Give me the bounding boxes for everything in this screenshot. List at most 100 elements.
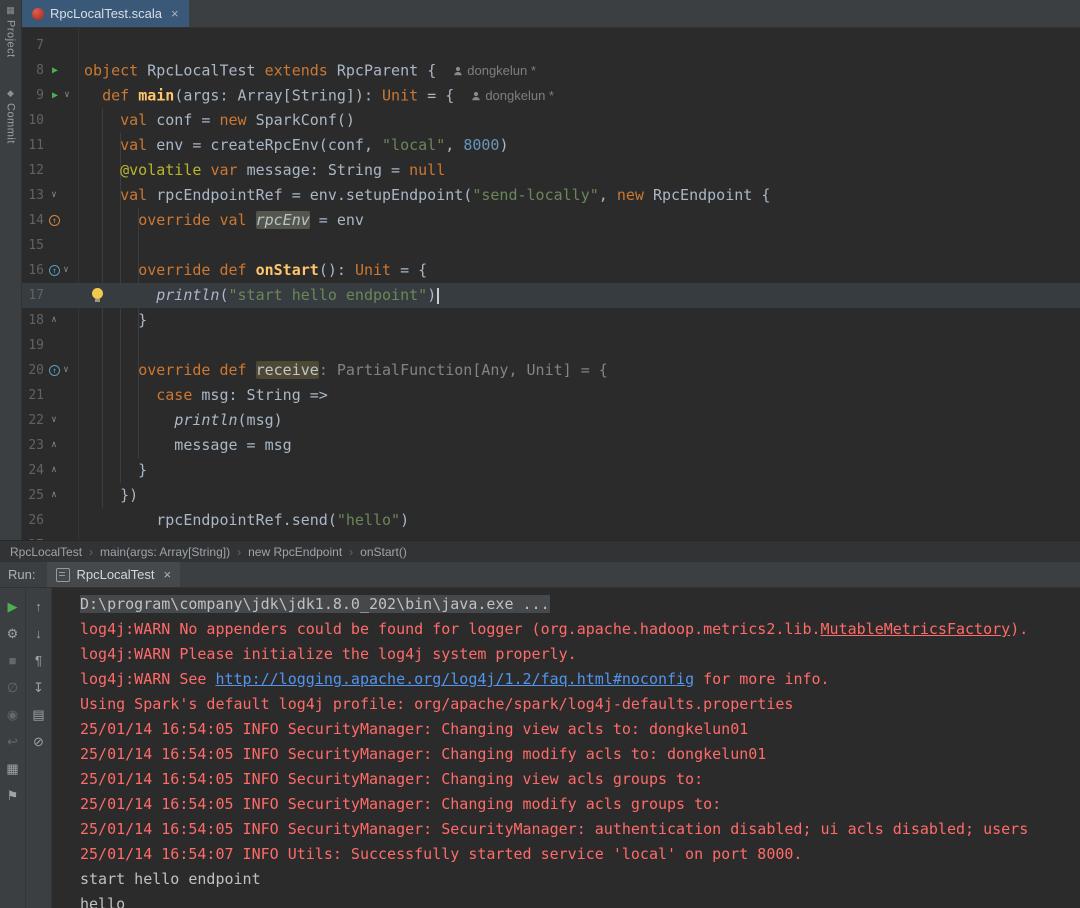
console-line[interactable]: log4j:WARN Please initialize the log4j s…	[80, 642, 1080, 667]
code-editor[interactable]: 7 8 ▶ object RpcLocalTest extends RpcParent…	[22, 28, 1080, 540]
soft-exit-icon[interactable]: ↩	[0, 728, 26, 755]
fold-expand-icon[interactable]: ∧	[49, 433, 59, 458]
run-line-icon[interactable]: ▶	[49, 83, 61, 108]
overrides-member-icon[interactable]: ↑	[49, 215, 60, 226]
code-text: }	[78, 458, 1080, 483]
code-line[interactable]: 12 @volatile var message: String = null	[22, 158, 1080, 183]
author-inlay: dongkelun *	[471, 83, 554, 108]
up-stack-trace-button[interactable]: ↑	[26, 593, 52, 620]
print-button[interactable]: ▤	[26, 701, 52, 728]
overrides-member-icon[interactable]: ↑	[49, 265, 60, 276]
line-number: 24	[28, 463, 44, 478]
down-stack-trace-button[interactable]: ↓	[26, 620, 52, 647]
code-line[interactable]: 9 ▶ ∨ def main(args: Array[String]): Unit …	[22, 83, 1080, 108]
console-line[interactable]: Using Spark's default log4j profile: org…	[80, 692, 1080, 717]
code-line[interactable]: 14 ↑ override val rpcEnv = env	[22, 208, 1080, 233]
code-token: Unit	[382, 86, 419, 105]
fold-expand-icon[interactable]: ∧	[49, 308, 59, 333]
code-token: "hello"	[336, 511, 401, 529]
breadcrumb-item[interactable]: new RpcEndpoint	[248, 545, 342, 559]
console-line[interactable]: 25/01/14 16:54:05 INFO SecurityManager: …	[80, 817, 1080, 842]
pin-icon[interactable]: ⚑	[0, 782, 26, 809]
code-line[interactable]: 11 val env = createRpcEnv(conf, "local",…	[22, 133, 1080, 158]
console-line[interactable]: log4j:WARN No appenders could be found f…	[80, 617, 1080, 642]
breadcrumb-item[interactable]: onStart()	[360, 545, 407, 559]
sidebar-item-commit[interactable]: ◆ Commit	[5, 88, 17, 144]
code-line[interactable]: 26 rpcEndpointRef.send("hello")	[22, 508, 1080, 533]
code-token: override def	[138, 361, 256, 379]
console-line[interactable]: 25/01/14 16:54:05 INFO SecurityManager: …	[80, 792, 1080, 817]
rerun-icon[interactable]: ▶	[0, 593, 26, 620]
code-line[interactable]: 25 ∧ })	[22, 483, 1080, 508]
console-link[interactable]: http://logging.apache.org/log4j/1.2/faq.…	[215, 670, 694, 688]
breadcrumb-item[interactable]: RpcLocalTest	[10, 545, 82, 559]
console-line[interactable]: start hello endpoint	[80, 867, 1080, 892]
stop-icon[interactable]: ■	[0, 647, 26, 674]
line-number: 13	[28, 188, 44, 203]
console-output[interactable]: D:\program\company\jdk\jdk1.8.0_202\bin\…	[52, 588, 1080, 908]
breadcrumb-item[interactable]: main(args: Array[String])	[100, 545, 230, 559]
fold-collapse-icon[interactable]: ∨	[61, 358, 71, 383]
code-line[interactable]: 20 ↑ ∨ override def receive: PartialFuncti…	[22, 358, 1080, 383]
scroll-to-end-button[interactable]: ↧	[26, 674, 52, 701]
run-line-icon[interactable]: ▶	[49, 58, 61, 83]
console-link[interactable]: MutableMetricsFactory	[821, 620, 1011, 638]
settings-icon[interactable]: ⚙	[0, 620, 26, 647]
code-line[interactable]: 19	[22, 333, 1080, 358]
gutter-icons	[44, 383, 78, 408]
console-line[interactable]: D:\program\company\jdk\jdk1.8.0_202\bin\…	[80, 592, 1080, 617]
code-line[interactable]: 7	[22, 33, 1080, 58]
fold-expand-icon[interactable]: ∧	[49, 458, 59, 483]
console-line[interactable]: 25/01/14 16:54:05 INFO SecurityManager: …	[80, 717, 1080, 742]
code-line[interactable]: 17 println("start hello endpoint")	[22, 283, 1080, 308]
code-token: RpcParent	[336, 61, 428, 80]
restore-layout-icon[interactable]: ▦	[0, 755, 26, 782]
console-text: 25/01/14 16:54:07 INFO Utils: Successful…	[80, 845, 803, 863]
sidebar-item-project[interactable]: ▦ Project	[5, 5, 17, 58]
fold-collapse-icon[interactable]: ∨	[49, 183, 59, 208]
code-line[interactable]: 13 ∨ val rpcEndpointRef = env.setupEndpoi…	[22, 183, 1080, 208]
clear-all-button[interactable]: ⊘	[26, 728, 52, 755]
code-token: new	[219, 111, 256, 129]
code-line[interactable]: 15	[22, 233, 1080, 258]
fold-collapse-icon[interactable]: ∨	[61, 258, 71, 283]
code-line[interactable]: 27	[22, 533, 1080, 540]
code-line[interactable]: 18 ∧ }	[22, 308, 1080, 333]
code-token: RpcEndpoint {	[652, 186, 771, 204]
gutter-icons: ∧	[44, 308, 78, 333]
code-line[interactable]: 22 ∨ println(msg)	[22, 408, 1080, 433]
soft-wrap-button[interactable]: ¶	[26, 647, 52, 674]
tab-rpclocaltest-scala[interactable]: RpcLocalTest.scala ×	[22, 0, 189, 27]
intention-bulb-icon[interactable]	[92, 288, 103, 302]
coverage-icon[interactable]: ∅	[0, 674, 26, 701]
run-tab-rpclocaltest[interactable]: RpcLocalTest ×	[47, 562, 181, 587]
fold-collapse-icon[interactable]: ∨	[62, 83, 72, 108]
console-text: ).	[1010, 620, 1029, 638]
code-line[interactable]: 23 ∧ message = msg	[22, 433, 1080, 458]
close-icon[interactable]: ×	[164, 567, 172, 582]
console-line[interactable]: 25/01/14 16:54:05 INFO SecurityManager: …	[80, 742, 1080, 767]
gutter-icons	[44, 108, 78, 133]
console-line[interactable]: 25/01/14 16:54:07 INFO Utils: Successful…	[80, 842, 1080, 867]
code-text: val env = createRpcEnv(conf, "local", 80…	[78, 133, 1080, 158]
console-line[interactable]: log4j:WARN See http://logging.apache.org…	[80, 667, 1080, 692]
overrides-member-icon[interactable]: ↑	[49, 365, 60, 376]
fold-collapse-icon[interactable]: ∨	[49, 408, 59, 433]
console-line[interactable]: hello	[80, 892, 1080, 908]
line-number: 25	[28, 488, 44, 503]
code-token: val	[120, 186, 157, 204]
close-icon[interactable]: ×	[171, 6, 179, 21]
fold-expand-icon[interactable]: ∧	[49, 483, 59, 508]
code-line[interactable]: 10 val conf = new SparkConf()	[22, 108, 1080, 133]
code-line[interactable]: 24 ∧ }	[22, 458, 1080, 483]
dump-threads-icon[interactable]: ◉	[0, 701, 26, 728]
gutter-icons	[44, 33, 78, 58]
console-line[interactable]: 25/01/14 16:54:05 INFO SecurityManager: …	[80, 767, 1080, 792]
code-line[interactable]: 16 ↑ ∨ override def onStart(): Unit = {	[22, 258, 1080, 283]
code-token: extends	[264, 61, 337, 80]
code-token: null	[409, 161, 446, 179]
code-text: val rpcEndpointRef = env.setupEndpoint("…	[78, 183, 1080, 208]
code-token: def	[102, 86, 139, 105]
code-line[interactable]: 21 case msg: String =>	[22, 383, 1080, 408]
code-line[interactable]: 8 ▶ object RpcLocalTest extends RpcParent …	[22, 58, 1080, 83]
